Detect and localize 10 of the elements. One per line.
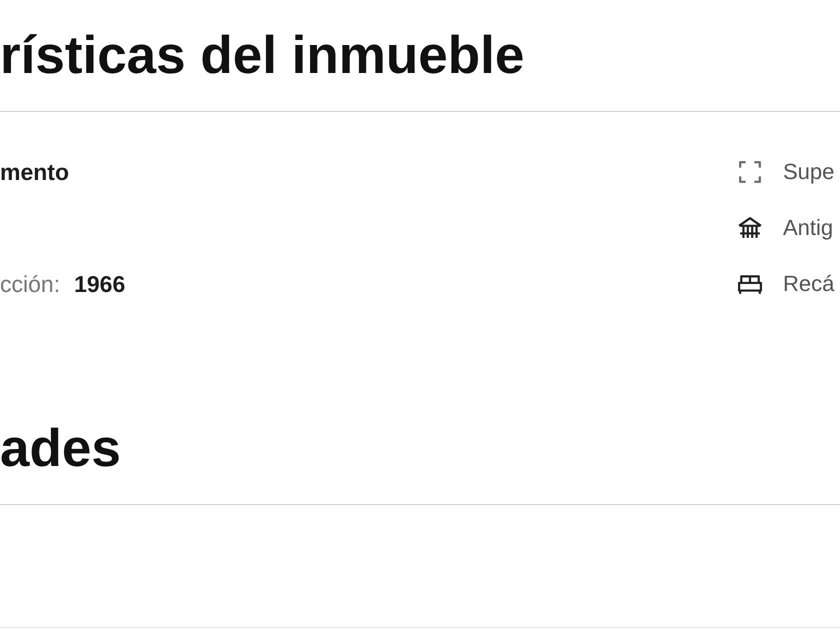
feature-label: Recá (783, 270, 834, 298)
pillared-house-icon (738, 216, 762, 240)
section-title: ades (0, 418, 122, 480)
frame-corners-icon (738, 160, 762, 184)
section-title: rísticas del inmueble (0, 25, 526, 87)
feature-label: Antig (783, 214, 834, 242)
detail-value: mento (0, 158, 69, 186)
detail-value: 1966 (74, 270, 126, 298)
feature-label: Supe (783, 158, 834, 186)
detail-label: cción: (0, 270, 60, 298)
